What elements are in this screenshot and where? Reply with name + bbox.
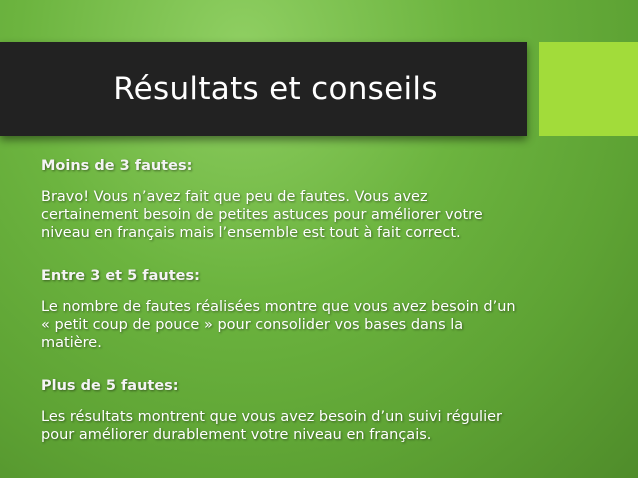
- section-heading: Plus de 5 fautes:: [41, 378, 179, 394]
- section-heading: Moins de 3 fautes:: [41, 158, 193, 174]
- body-line: certainement besoin de petites astuces p…: [41, 207, 483, 223]
- section-body: Les résultats montrent que vous avez bes…: [41, 408, 531, 444]
- title-bar: Résultats et conseils: [0, 42, 527, 136]
- body-line: niveau en français mais l’ensemble est t…: [41, 225, 461, 241]
- slide-content: Moins de 3 fautes: Bravo! Vous n’avez fa…: [41, 156, 531, 468]
- body-line: Les résultats montrent que vous avez bes…: [41, 409, 502, 425]
- section-body: Bravo! Vous n’avez fait que peu de faute…: [41, 188, 531, 242]
- accent-square: [539, 42, 638, 136]
- section-more-than-5: Plus de 5 fautes: Les résultats montrent…: [41, 376, 531, 444]
- body-line: Le nombre de fautes réalisées montre que…: [41, 299, 516, 315]
- slide-title: Résultats et conseils: [113, 71, 438, 107]
- section-body: Le nombre de fautes réalisées montre que…: [41, 298, 531, 352]
- section-less-than-3: Moins de 3 fautes: Bravo! Vous n’avez fa…: [41, 156, 531, 242]
- body-line: Bravo! Vous n’avez fait que peu de faute…: [41, 189, 428, 205]
- section-heading: Entre 3 et 5 fautes:: [41, 268, 200, 284]
- body-line: « petit coup de pouce » pour consolider …: [41, 317, 464, 333]
- body-line: pour améliorer durablement votre niveau …: [41, 427, 432, 443]
- body-line: matière.: [41, 335, 102, 351]
- section-3-to-5: Entre 3 et 5 fautes: Le nombre de fautes…: [41, 266, 531, 352]
